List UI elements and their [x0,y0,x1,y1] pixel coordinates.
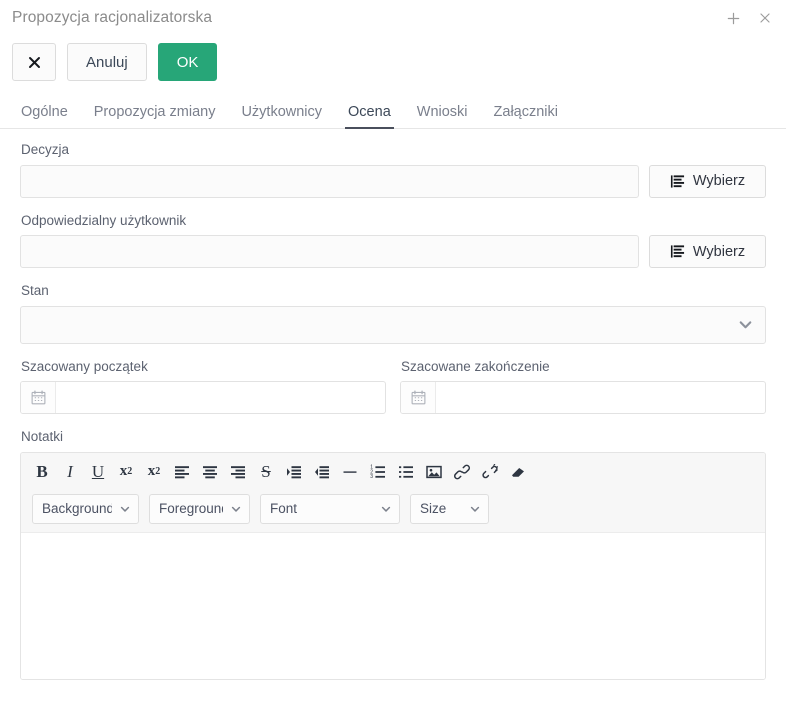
unlink-icon[interactable] [477,459,503,485]
foreground-select[interactable]: Foreground [149,494,250,524]
italic-icon[interactable]: I [57,459,83,485]
editor-icon-row: B I U x2 x2 S [29,459,757,485]
szacowane-zakonczenie-label: Szacowane zakończenie [401,358,766,376]
ocena-form: Decyzja Wybierz Odpowiedzialny użytkowni… [0,129,786,680]
tab-zalaczniki[interactable]: Załączniki [481,105,571,129]
decyzja-label: Decyzja [21,141,766,159]
ok-button[interactable]: OK [158,43,218,81]
tab-uzytkownicy[interactable]: Użytkownicy [228,105,335,129]
szacowane-zakonczenie-col: Szacowane zakończenie [400,358,766,415]
foreground-select-wrap: Foreground [149,494,250,524]
background-select-wrap: Background [32,494,139,524]
decyzja-wybierz-label: Wybierz [693,173,745,189]
image-icon[interactable] [421,459,447,485]
align-left-icon[interactable] [169,459,195,485]
szacowane-zakonczenie-field [400,381,766,414]
underline-icon[interactable]: U [85,459,111,485]
decyzja-wybierz-button[interactable]: Wybierz [649,165,766,198]
odpowiedzialny-uzytkownik-label: Odpowiedzialny użytkownik [21,212,766,230]
bold-icon[interactable]: B [29,459,55,485]
szacowane-zakonczenie-input[interactable] [436,382,765,413]
cancel-button[interactable]: Anuluj [67,43,147,81]
superscript-icon[interactable]: x2 [141,459,167,485]
unordered-list-icon[interactable] [393,459,419,485]
outdent-icon[interactable] [309,459,335,485]
odpowiedzialny-uzytkownik-input[interactable] [20,235,639,268]
calendar-icon[interactable] [21,382,56,413]
indent-icon[interactable] [281,459,307,485]
window-titlebar: Propozycja racjonalizatorska [0,0,786,36]
size-select[interactable]: Size [410,494,489,524]
szacowany-poczatek-input[interactable] [56,382,385,413]
stan-select[interactable] [20,306,766,344]
tab-wnioski[interactable]: Wnioski [404,105,481,129]
tab-propozycja-zmiany[interactable]: Propozycja zmiany [81,105,229,129]
window-title: Propozycja racjonalizatorska [12,9,212,27]
tab-ogolne[interactable]: Ogólne [8,105,81,129]
tab-bar: Ogólne Propozycja zmiany Użytkownicy Oce… [0,91,786,129]
background-select[interactable]: Background [32,494,139,524]
stan-select-wrap [20,306,766,344]
szacowany-poczatek-col: Szacowany początek [20,358,386,415]
odpowiedzialny-uzytkownik-wybierz-button[interactable]: Wybierz [649,235,766,268]
close-icon[interactable] [752,5,778,31]
calendar-icon[interactable] [401,382,436,413]
notatki-label: Notatki [21,428,766,446]
link-icon[interactable] [449,459,475,485]
szacowany-poczatek-field [20,381,386,414]
tab-ocena[interactable]: Ocena [335,105,404,129]
close-button[interactable] [12,43,56,81]
font-select[interactable]: Font [260,494,400,524]
size-select-wrap: Size [410,494,489,524]
align-right-icon[interactable] [225,459,251,485]
odpowiedzialny-uzytkownik-wybierz-label: Wybierz [693,244,745,260]
eraser-icon[interactable] [505,459,531,485]
list-indent-icon [670,174,685,189]
dialog-action-bar: Anuluj OK [0,36,786,91]
decyzja-field-row: Wybierz [20,165,766,198]
strikethrough-icon[interactable]: S [253,459,279,485]
plus-icon[interactable] [720,5,746,31]
align-center-icon[interactable] [197,459,223,485]
notatki-editor: B I U x2 x2 S [20,452,766,680]
editor-toolbar: B I U x2 x2 S [21,453,765,533]
date-fields-row: Szacowany początek Szacowane zakończenie [20,358,766,415]
horizontal-rule-icon[interactable] [337,459,363,485]
ordered-list-icon[interactable]: 123 [365,459,391,485]
list-indent-icon [670,244,685,259]
subscript-icon[interactable]: x2 [113,459,139,485]
font-select-wrap: Font [260,494,400,524]
szacowany-poczatek-label: Szacowany początek [21,358,386,376]
editor-select-row: Background Foreground Font [29,494,757,524]
titlebar-actions [720,0,778,36]
notatki-editor-body[interactable] [21,533,765,679]
decyzja-input[interactable] [20,165,639,198]
odpowiedzialny-uzytkownik-field-row: Wybierz [20,235,766,268]
svg-text:3: 3 [370,474,373,480]
stan-label: Stan [21,282,766,300]
